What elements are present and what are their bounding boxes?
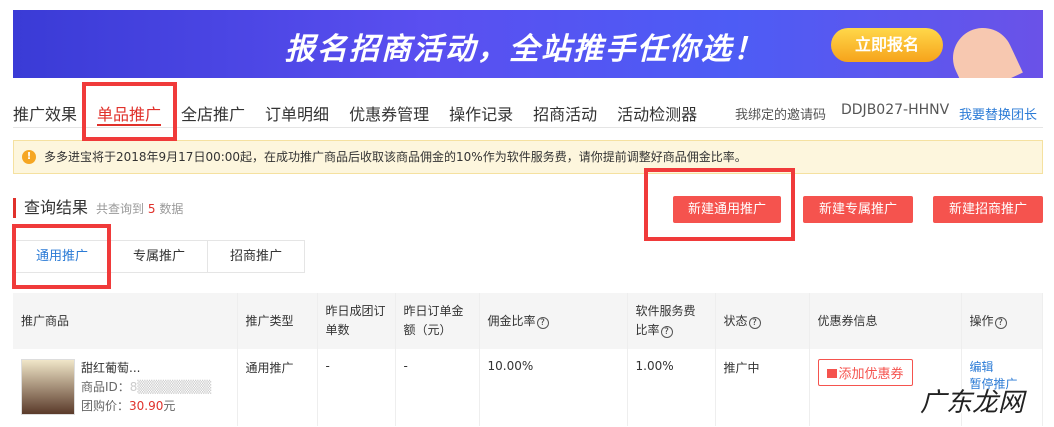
price-value: 30.90 — [129, 399, 163, 413]
query-title-text: 查询结果 — [24, 198, 88, 217]
edit-link[interactable]: 编辑 — [970, 359, 1035, 376]
nav-log[interactable]: 操作记录 — [449, 98, 513, 127]
price-unit: 元 — [163, 399, 175, 413]
product-cell: 甜红葡萄... 商品ID：8▒▒▒▒▒▒▒▒ 团购价：30.90元 — [13, 349, 237, 426]
help-icon[interactable]: ? — [995, 317, 1007, 329]
type-cell: 通用推广 — [237, 349, 317, 426]
coupon-icon — [827, 369, 837, 378]
orders-cell: - — [317, 349, 395, 426]
new-exclusive-promo-button[interactable]: 新建专属推广 — [803, 196, 913, 223]
promo-banner[interactable]: 报名招商活动，全站推手任你选！ 立即报名 — [13, 10, 1043, 78]
col-product: 推广商品 — [13, 293, 237, 349]
status-cell: 推广中 — [715, 349, 809, 426]
nav-effect[interactable]: 推广效果 — [13, 98, 77, 127]
invite-code: DDJB027-HHNV — [841, 102, 949, 118]
nav-merchant[interactable]: 招商活动 — [533, 98, 597, 127]
help-icon[interactable]: ? — [537, 317, 549, 329]
col-commission-label: 佣金比率 — [488, 314, 536, 328]
help-icon[interactable]: ? — [749, 317, 761, 329]
table-header: 推广商品 推广类型 昨日成团订单数 昨日订单金额（元） 佣金比率? 软件服务费比… — [13, 293, 1043, 349]
col-status: 状态? — [715, 293, 809, 349]
hand-icon — [943, 18, 1023, 78]
add-coupon-label: 添加优惠券 — [839, 367, 904, 382]
service-fee-cell: 1.00% — [627, 349, 715, 426]
banner-signup-button[interactable]: 立即报名 — [831, 28, 943, 62]
notice-text: 多多进宝将于2018年9月17日00:00起，在成功推广商品后收取该商品佣金的1… — [44, 150, 747, 164]
table-row: 甜红葡萄... 商品ID：8▒▒▒▒▒▒▒▒ 团购价：30.90元 通用推广 -… — [13, 349, 1043, 426]
col-coupon: 优惠券信息 — [809, 293, 961, 349]
help-icon[interactable]: ? — [661, 326, 673, 338]
watermark: 广东龙网 — [920, 382, 1024, 419]
switch-leader-link[interactable]: 我要替换团长 — [959, 104, 1037, 123]
warning-icon: ! — [22, 150, 36, 164]
promo-table: 推广商品 推广类型 昨日成团订单数 昨日订单金额（元） 佣金比率? 软件服务费比… — [13, 293, 1043, 426]
nav-coupons[interactable]: 优惠券管理 — [349, 98, 429, 127]
query-count: 5 — [148, 202, 156, 216]
add-coupon-button[interactable]: 添加优惠券 — [818, 359, 913, 386]
highlight-box — [12, 224, 111, 289]
query-prefix: 共查询到 — [96, 202, 144, 216]
notice-bar: ! 多多进宝将于2018年9月17日00:00起，在成功推广商品后收取该商品佣金… — [13, 140, 1043, 174]
product-id: 8▒▒▒▒▒▒▒▒ — [130, 380, 211, 394]
banner-title: 报名招商活动，全站推手任你选！ — [285, 24, 765, 68]
product-image[interactable] — [21, 359, 75, 415]
query-suffix: 数据 — [159, 202, 183, 216]
query-title: 查询结果共查询到 5 数据 — [13, 198, 183, 218]
tab-exclusive[interactable]: 专属推广 — [110, 240, 208, 272]
new-merchant-promo-button[interactable]: 新建招商推广 — [933, 196, 1043, 223]
col-orders: 昨日成团订单数 — [317, 293, 395, 349]
col-amount: 昨日订单金额（元） — [395, 293, 479, 349]
col-type: 推广类型 — [237, 293, 317, 349]
nav-orders[interactable]: 订单明细 — [265, 98, 329, 127]
amount-cell: - — [395, 349, 479, 426]
col-ops: 操作? — [961, 293, 1043, 349]
highlight-box — [644, 168, 795, 241]
col-commission: 佣金比率? — [479, 293, 627, 349]
col-service-fee: 软件服务费比率? — [627, 293, 715, 349]
price-label: 团购价： — [81, 399, 129, 413]
commission-cell: 10.00% — [479, 349, 627, 426]
nav-store-promo[interactable]: 全店推广 — [181, 98, 245, 127]
col-ops-label: 操作 — [970, 314, 994, 328]
nav-detector[interactable]: 活动检测器 — [617, 98, 697, 127]
tab-merchant[interactable]: 招商推广 — [207, 240, 305, 272]
invite-label: 我绑定的邀请码 — [735, 104, 826, 123]
col-status-label: 状态 — [724, 314, 748, 328]
highlight-box — [82, 82, 177, 141]
product-id-label: 商品ID： — [81, 380, 130, 394]
